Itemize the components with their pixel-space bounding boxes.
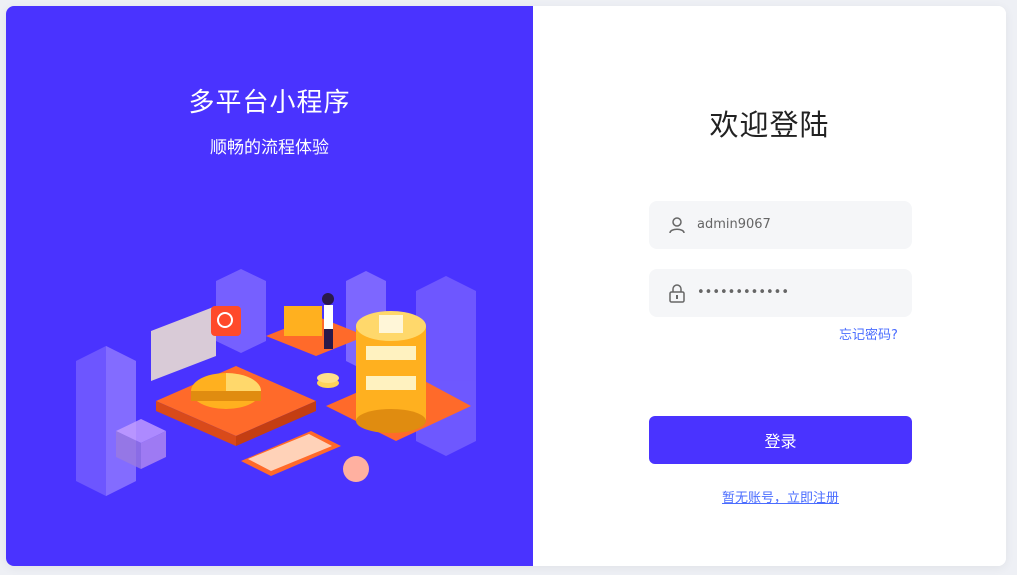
person-figure xyxy=(322,293,334,305)
isometric-illustration xyxy=(76,269,476,496)
welcome-heading: 欢迎登陆 xyxy=(709,108,830,142)
brand-panel: 多平台小程序 顺畅的流程体验 xyxy=(6,6,533,566)
username-value[interactable]: admin9067 xyxy=(697,201,771,249)
sphere-decor xyxy=(343,456,369,482)
brand-subtitle: 顺畅的流程体验 xyxy=(210,138,329,158)
username-field[interactable]: admin9067 xyxy=(649,201,912,249)
screen-panel xyxy=(151,306,216,381)
user-icon xyxy=(669,217,685,234)
register-link[interactable]: 暂无账号，立即注册 xyxy=(533,487,1006,506)
login-button[interactable]: 登录 xyxy=(649,416,912,464)
lock-icon xyxy=(669,284,685,303)
search-badge-icon xyxy=(211,306,241,336)
forgot-password-link[interactable]: 忘记密码? xyxy=(839,324,898,343)
brand-title: 多平台小程序 xyxy=(188,88,351,118)
login-form-panel: 欢迎登陆 admin9067 •••••••••••• 忘记密码? 登录 暂无账… xyxy=(533,6,1006,566)
server-tower xyxy=(356,311,426,433)
login-card: 多平台小程序 顺畅的流程体验 欢迎登陆 admin9067 ••••••••••… xyxy=(6,6,1006,566)
password-value[interactable]: •••••••••••• xyxy=(697,269,789,317)
password-field[interactable]: •••••••••••• xyxy=(649,269,912,317)
